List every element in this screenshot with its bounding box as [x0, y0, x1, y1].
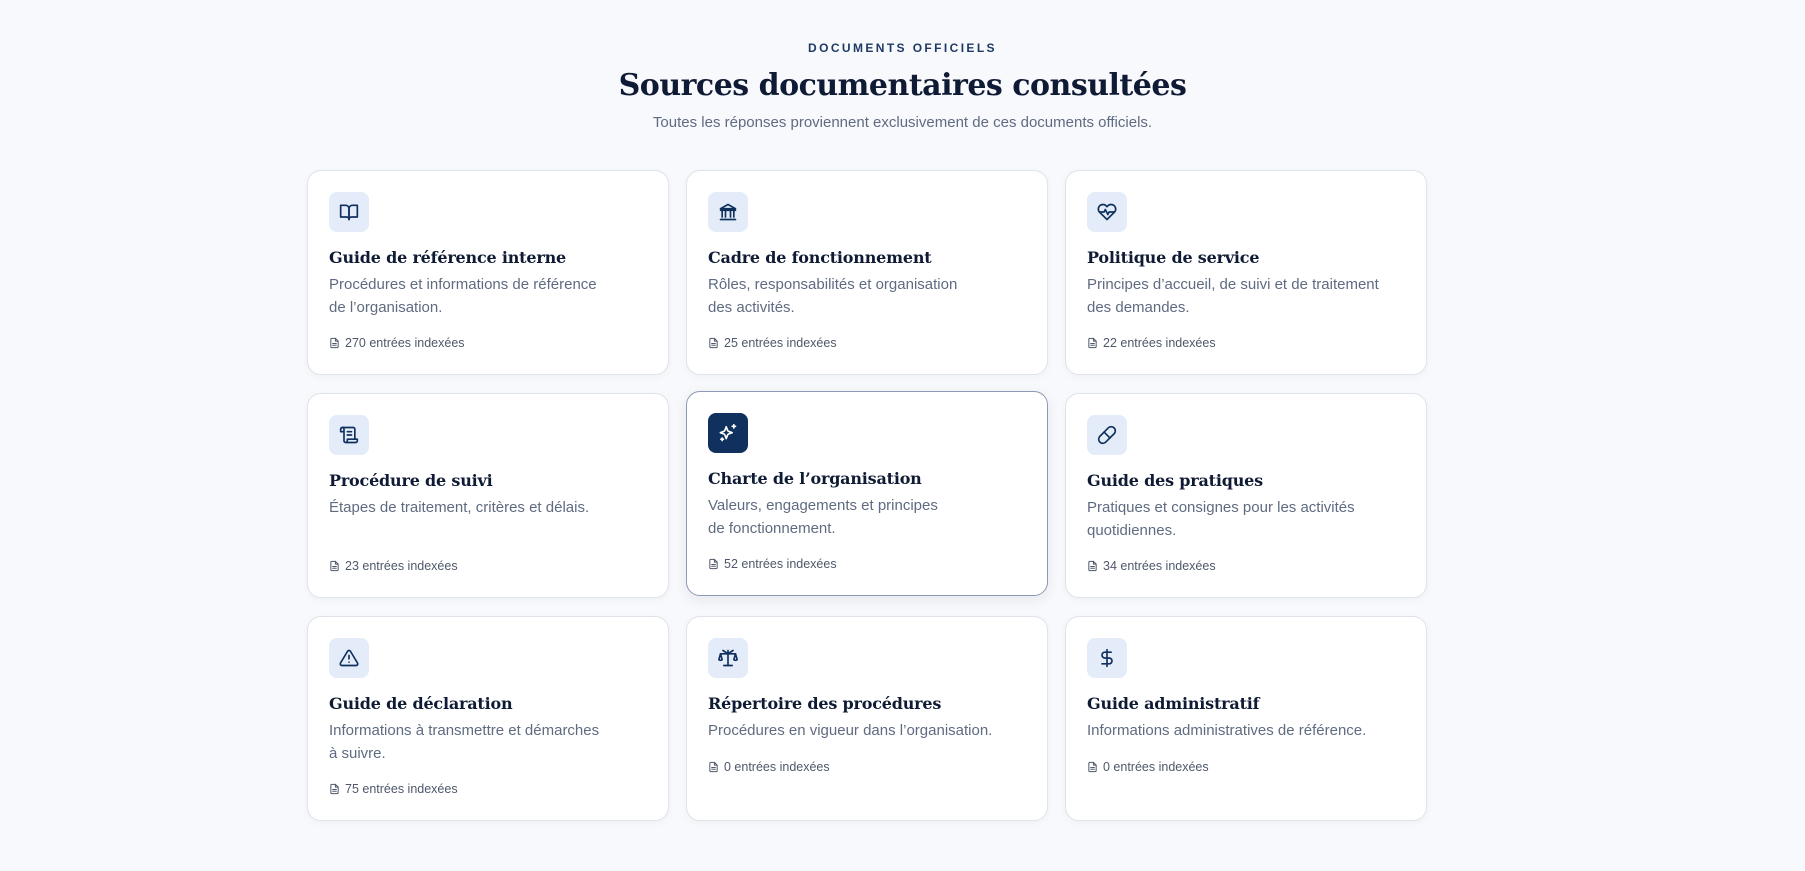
file-icon	[330, 337, 339, 349]
card-description-line: Rôles, responsabilités et organisation	[708, 276, 958, 293]
card-title: Guide des pratiques	[1087, 471, 1263, 490]
card-description-line: Pratiques et consignes pour les activité…	[1087, 499, 1355, 516]
card-description-line: des activités.	[708, 299, 795, 316]
file-icon	[330, 560, 339, 572]
file-icon	[1088, 337, 1097, 349]
card-description-line: quotidiennes.	[1087, 522, 1177, 539]
card-title: Charte de l’organisation	[708, 469, 922, 488]
card-description-line: de l’organisation.	[329, 299, 443, 316]
card-description: Valeurs, engagements et principes de fon…	[708, 494, 1008, 540]
file-icon	[709, 337, 718, 349]
source-card-politique-service[interactable]: Politique de service Principes d’accueil…	[1065, 170, 1427, 375]
card-description: Procédures et informations de référence …	[329, 273, 629, 319]
eyebrow-label: DOCUMENTS OFFICIELS	[808, 41, 997, 55]
card-entries: 22 entrées indexées	[1087, 336, 1216, 350]
source-card-charte-organisation[interactable]: Charte de l’organisation Valeurs, engage…	[686, 391, 1048, 596]
card-description-line: Étapes de traitement, critères et délais…	[329, 499, 590, 516]
card-description-line: Informations à transmettre et démarches	[329, 722, 600, 739]
scale-icon	[708, 638, 748, 678]
header: DOCUMENTS OFFICIELS Sources documentaire…	[0, 0, 1805, 133]
card-description: Procédures en vigueur dans l’organisatio…	[708, 719, 1008, 742]
source-card-guide-administratif[interactable]: Guide administratif Informations adminis…	[1065, 616, 1427, 821]
card-title: Guide de référence interne	[329, 248, 566, 267]
card-description-line: Principes d’accueil, de suivi et de trai…	[1087, 276, 1379, 293]
sparkles-icon	[708, 413, 748, 453]
card-entries: 34 entrées indexées	[1087, 559, 1216, 573]
bank-icon	[708, 192, 748, 232]
card-description: Rôles, responsabilités et organisation d…	[708, 273, 1008, 319]
file-icon	[1088, 761, 1097, 773]
file-icon	[709, 761, 718, 773]
source-card-repertoire-procedures[interactable]: Répertoire des procédures Procédures en …	[686, 616, 1048, 821]
card-title: Politique de service	[1087, 248, 1260, 267]
pill-icon	[1087, 415, 1127, 455]
file-icon	[330, 783, 339, 795]
card-entries-count: 270 entrées indexées	[345, 336, 465, 350]
card-entries-count: 23 entrées indexées	[345, 559, 458, 573]
source-card-cadre-fonctionnement[interactable]: Cadre de fonctionnement Rôles, responsab…	[686, 170, 1048, 375]
source-card-guide-declaration[interactable]: Guide de déclaration Informations à tran…	[307, 616, 669, 821]
card-entries: 0 entrées indexées	[708, 760, 830, 774]
book-open-icon	[329, 192, 369, 232]
card-description: Informations administratives de référenc…	[1087, 719, 1387, 742]
card-title: Procédure de suivi	[329, 471, 493, 490]
page: DOCUMENTS OFFICIELS Sources documentaire…	[0, 0, 1805, 871]
dollar-icon	[1087, 638, 1127, 678]
source-card-procedure-suivi[interactable]: Procédure de suivi Étapes de traitement,…	[307, 393, 669, 598]
heart-pulse-icon	[1087, 192, 1127, 232]
source-card-guide-reference[interactable]: Guide de référence interne Procédures et…	[307, 170, 669, 375]
source-card-guide-pratiques[interactable]: Guide des pratiques Pratiques et consign…	[1065, 393, 1427, 598]
card-description-line: à suivre.	[329, 745, 386, 762]
card-description-line: de fonctionnement.	[708, 520, 836, 537]
card-description-line: Valeurs, engagements et principes	[708, 497, 938, 514]
card-entries: 0 entrées indexées	[1087, 760, 1209, 774]
card-description: Pratiques et consignes pour les activité…	[1087, 496, 1387, 542]
card-entries-count: 52 entrées indexées	[724, 557, 837, 571]
card-entries: 75 entrées indexées	[329, 782, 458, 796]
card-entries-count: 34 entrées indexées	[1103, 559, 1216, 573]
card-entries-count: 22 entrées indexées	[1103, 336, 1216, 350]
card-description-line: des demandes.	[1087, 299, 1190, 316]
card-entries-count: 0 entrées indexées	[724, 760, 830, 774]
card-entries: 25 entrées indexées	[708, 336, 837, 350]
card-entries: 52 entrées indexées	[708, 557, 837, 571]
warning-triangle-icon	[329, 638, 369, 678]
file-icon	[709, 558, 718, 570]
card-entries-count: 25 entrées indexées	[724, 336, 837, 350]
card-description: Principes d’accueil, de suivi et de trai…	[1087, 273, 1387, 319]
card-description-line: Procédures et informations de référence	[329, 276, 597, 293]
page-subtitle: Toutes les réponses proviennent exclusiv…	[652, 114, 1153, 131]
card-entries: 23 entrées indexées	[329, 559, 458, 573]
card-title: Guide administratif	[1087, 694, 1260, 713]
card-entries: 270 entrées indexées	[329, 336, 465, 350]
card-title: Cadre de fonctionnement	[708, 248, 932, 267]
card-entries-count: 0 entrées indexées	[1103, 760, 1209, 774]
page-title: Sources documentaires consultées	[618, 68, 1187, 103]
sources-grid: Guide de référence interne Procédures et…	[307, 170, 1429, 821]
card-description: Informations à transmettre et démarches …	[329, 719, 629, 765]
card-description: Étapes de traitement, critères et délais…	[329, 496, 629, 519]
card-description-line: Informations administratives de référenc…	[1087, 722, 1367, 739]
card-entries-count: 75 entrées indexées	[345, 782, 458, 796]
scroll-icon	[329, 415, 369, 455]
card-title: Répertoire des procédures	[708, 694, 942, 713]
file-icon	[1088, 560, 1097, 572]
card-title: Guide de déclaration	[329, 694, 513, 713]
card-description-line: Procédures en vigueur dans l’organisatio…	[708, 722, 993, 739]
